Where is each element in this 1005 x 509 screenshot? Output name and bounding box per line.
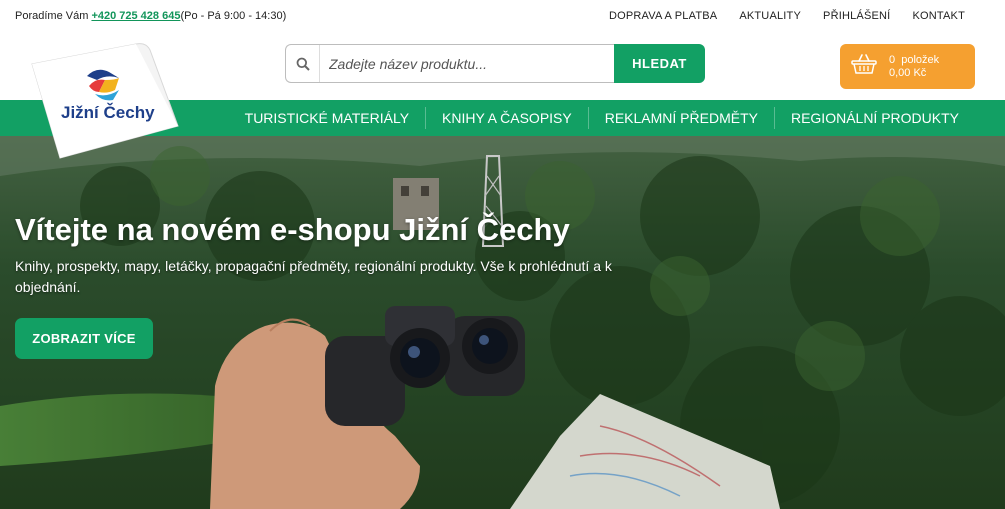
nav-item-tourist-materials[interactable]: TURISTICKÉ MATERIÁLY <box>229 107 425 129</box>
cart-total: 0,00 Kč <box>889 66 927 79</box>
show-more-button[interactable]: ZOBRAZIT VÍCE <box>15 318 153 359</box>
contact-info: Poradíme Vám +420 725 428 645(Po - Pá 9:… <box>15 10 286 22</box>
logo-text: Jižní Čechy <box>61 103 155 122</box>
cart-count: 0 položek <box>889 53 940 66</box>
nav-item-regional-products[interactable]: REGIONÁLNÍ PRODUKTY <box>773 107 975 129</box>
link-contact[interactable]: KONTAKT <box>912 10 965 22</box>
link-shipping-payment[interactable]: DOPRAVA A PLATBA <box>609 10 717 22</box>
logo[interactable]: Jižní Čechy <box>28 42 180 160</box>
cart-summary: 0 položek 0,00 Kč <box>889 54 939 80</box>
nav-item-books-magazines[interactable]: KNIHY A ČASOPISY <box>425 107 588 129</box>
search-box <box>285 44 614 83</box>
nav-item-promo-items[interactable]: REKLAMNÍ PŘEDMĚTY <box>587 107 774 129</box>
basket-icon <box>851 53 877 80</box>
search-icon[interactable] <box>286 45 320 82</box>
hero-subtitle: Knihy, prospekty, mapy, letáčky, propaga… <box>15 258 612 295</box>
search-button[interactable]: HLEDAT <box>614 44 705 83</box>
opening-hours: (Po - Pá 9:00 - 14:30) <box>180 10 287 22</box>
search-input[interactable] <box>320 55 600 72</box>
hero-title: Vítejte na novém e-shopu Jižní Čechy <box>15 212 570 247</box>
search-bar: HLEDAT <box>285 44 705 83</box>
top-bar: Poradíme Vám +420 725 428 645(Po - Pá 9:… <box>0 0 1005 34</box>
link-login[interactable]: PŘIHLÁŠENÍ <box>823 10 890 22</box>
hero-banner: Vítejte na novém e-shopu Jižní Čechy Kni… <box>0 136 1005 509</box>
cart-button[interactable]: 0 položek 0,00 Kč <box>840 44 975 89</box>
top-links: DOPRAVA A PLATBA AKTUALITY PŘIHLÁŠENÍ KO… <box>609 10 965 22</box>
contact-prefix: Poradíme Vám <box>15 10 89 22</box>
phone-link[interactable]: +420 725 428 645 <box>91 10 180 22</box>
link-news[interactable]: AKTUALITY <box>739 10 801 22</box>
